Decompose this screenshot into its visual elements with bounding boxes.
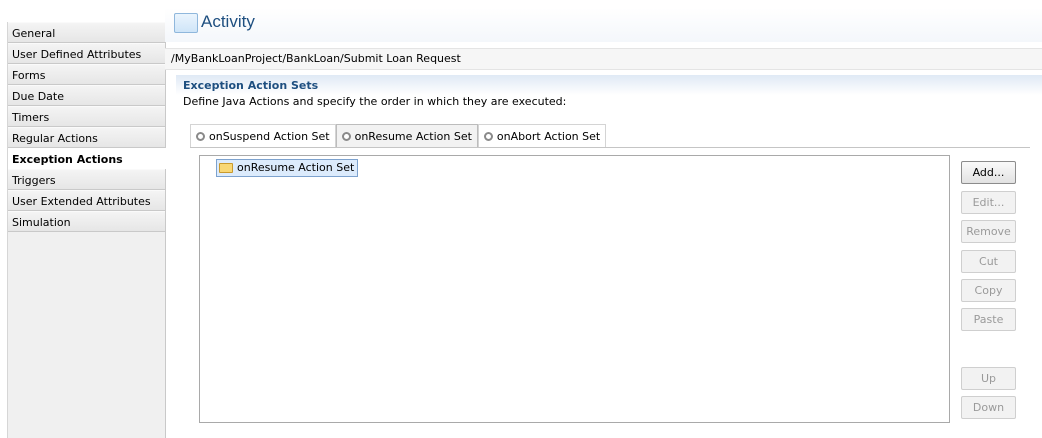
tab-divider: [190, 147, 1030, 148]
sidebar-item-triggers[interactable]: Triggers: [8, 169, 165, 190]
gear-icon: [341, 132, 351, 141]
page-title: Activity: [201, 12, 255, 31]
up-button[interactable]: Up: [961, 367, 1016, 390]
activity-icon: [174, 13, 198, 33]
tab-label: onSuspend Action Set: [209, 129, 330, 143]
copy-button[interactable]: Copy: [961, 279, 1016, 302]
paste-button[interactable]: Paste: [961, 308, 1016, 331]
gear-icon: [483, 131, 493, 141]
tab-label: onAbort Action Set: [496, 129, 601, 143]
tree-item-onresume-action-set[interactable]: onResume Action Set: [216, 159, 359, 177]
tab-onabort-action-set[interactable]: onAbort Action Set: [477, 124, 607, 147]
down-button[interactable]: Down: [961, 396, 1016, 419]
page-header: Activity: [165, 8, 1042, 42]
sidebar-item-simulation[interactable]: Simulation: [8, 211, 165, 232]
folder-open-icon: [219, 163, 233, 173]
sidebar: General User Defined Attributes Forms Du…: [7, 22, 166, 438]
sidebar-item-due-date[interactable]: Due Date: [8, 85, 165, 106]
tab-onresume-action-set[interactable]: onResume Action Set: [335, 124, 478, 148]
sidebar-item-timers[interactable]: Timers: [8, 106, 165, 127]
sidebar-item-regular-actions[interactable]: Regular Actions: [8, 127, 165, 148]
sidebar-item-exception-actions[interactable]: Exception Actions: [8, 148, 166, 169]
tab-label: onResume Action Set: [354, 130, 472, 143]
gear-icon: [196, 131, 205, 141]
section-title: Exception Action Sets: [183, 79, 319, 92]
sidebar-item-forms[interactable]: Forms: [8, 64, 165, 85]
tree-item-label: onResume Action Set: [237, 161, 355, 174]
action-set-tree[interactable]: onResume Action Set: [199, 155, 950, 423]
edit-button[interactable]: Edit...: [961, 191, 1016, 214]
sidebar-top-spacer: [7, 8, 165, 22]
sidebar-item-general[interactable]: General: [8, 22, 165, 43]
sidebar-item-user-defined-attributes[interactable]: User Defined Attributes: [8, 43, 165, 64]
tab-onsuspend-action-set[interactable]: onSuspend Action Set: [190, 124, 336, 147]
remove-button[interactable]: Remove: [961, 220, 1016, 243]
section-description: Define Java Actions and specify the orde…: [183, 95, 567, 108]
sidebar-item-user-extended-attributes[interactable]: User Extended Attributes: [8, 190, 165, 211]
breadcrumb: /MyBankLoanProject/BankLoan/Submit Loan …: [165, 48, 1042, 70]
add-button[interactable]: Add...: [961, 161, 1016, 184]
cut-button[interactable]: Cut: [961, 250, 1016, 273]
tab-bar: onSuspend Action Set onResume Action Set…: [190, 124, 607, 148]
